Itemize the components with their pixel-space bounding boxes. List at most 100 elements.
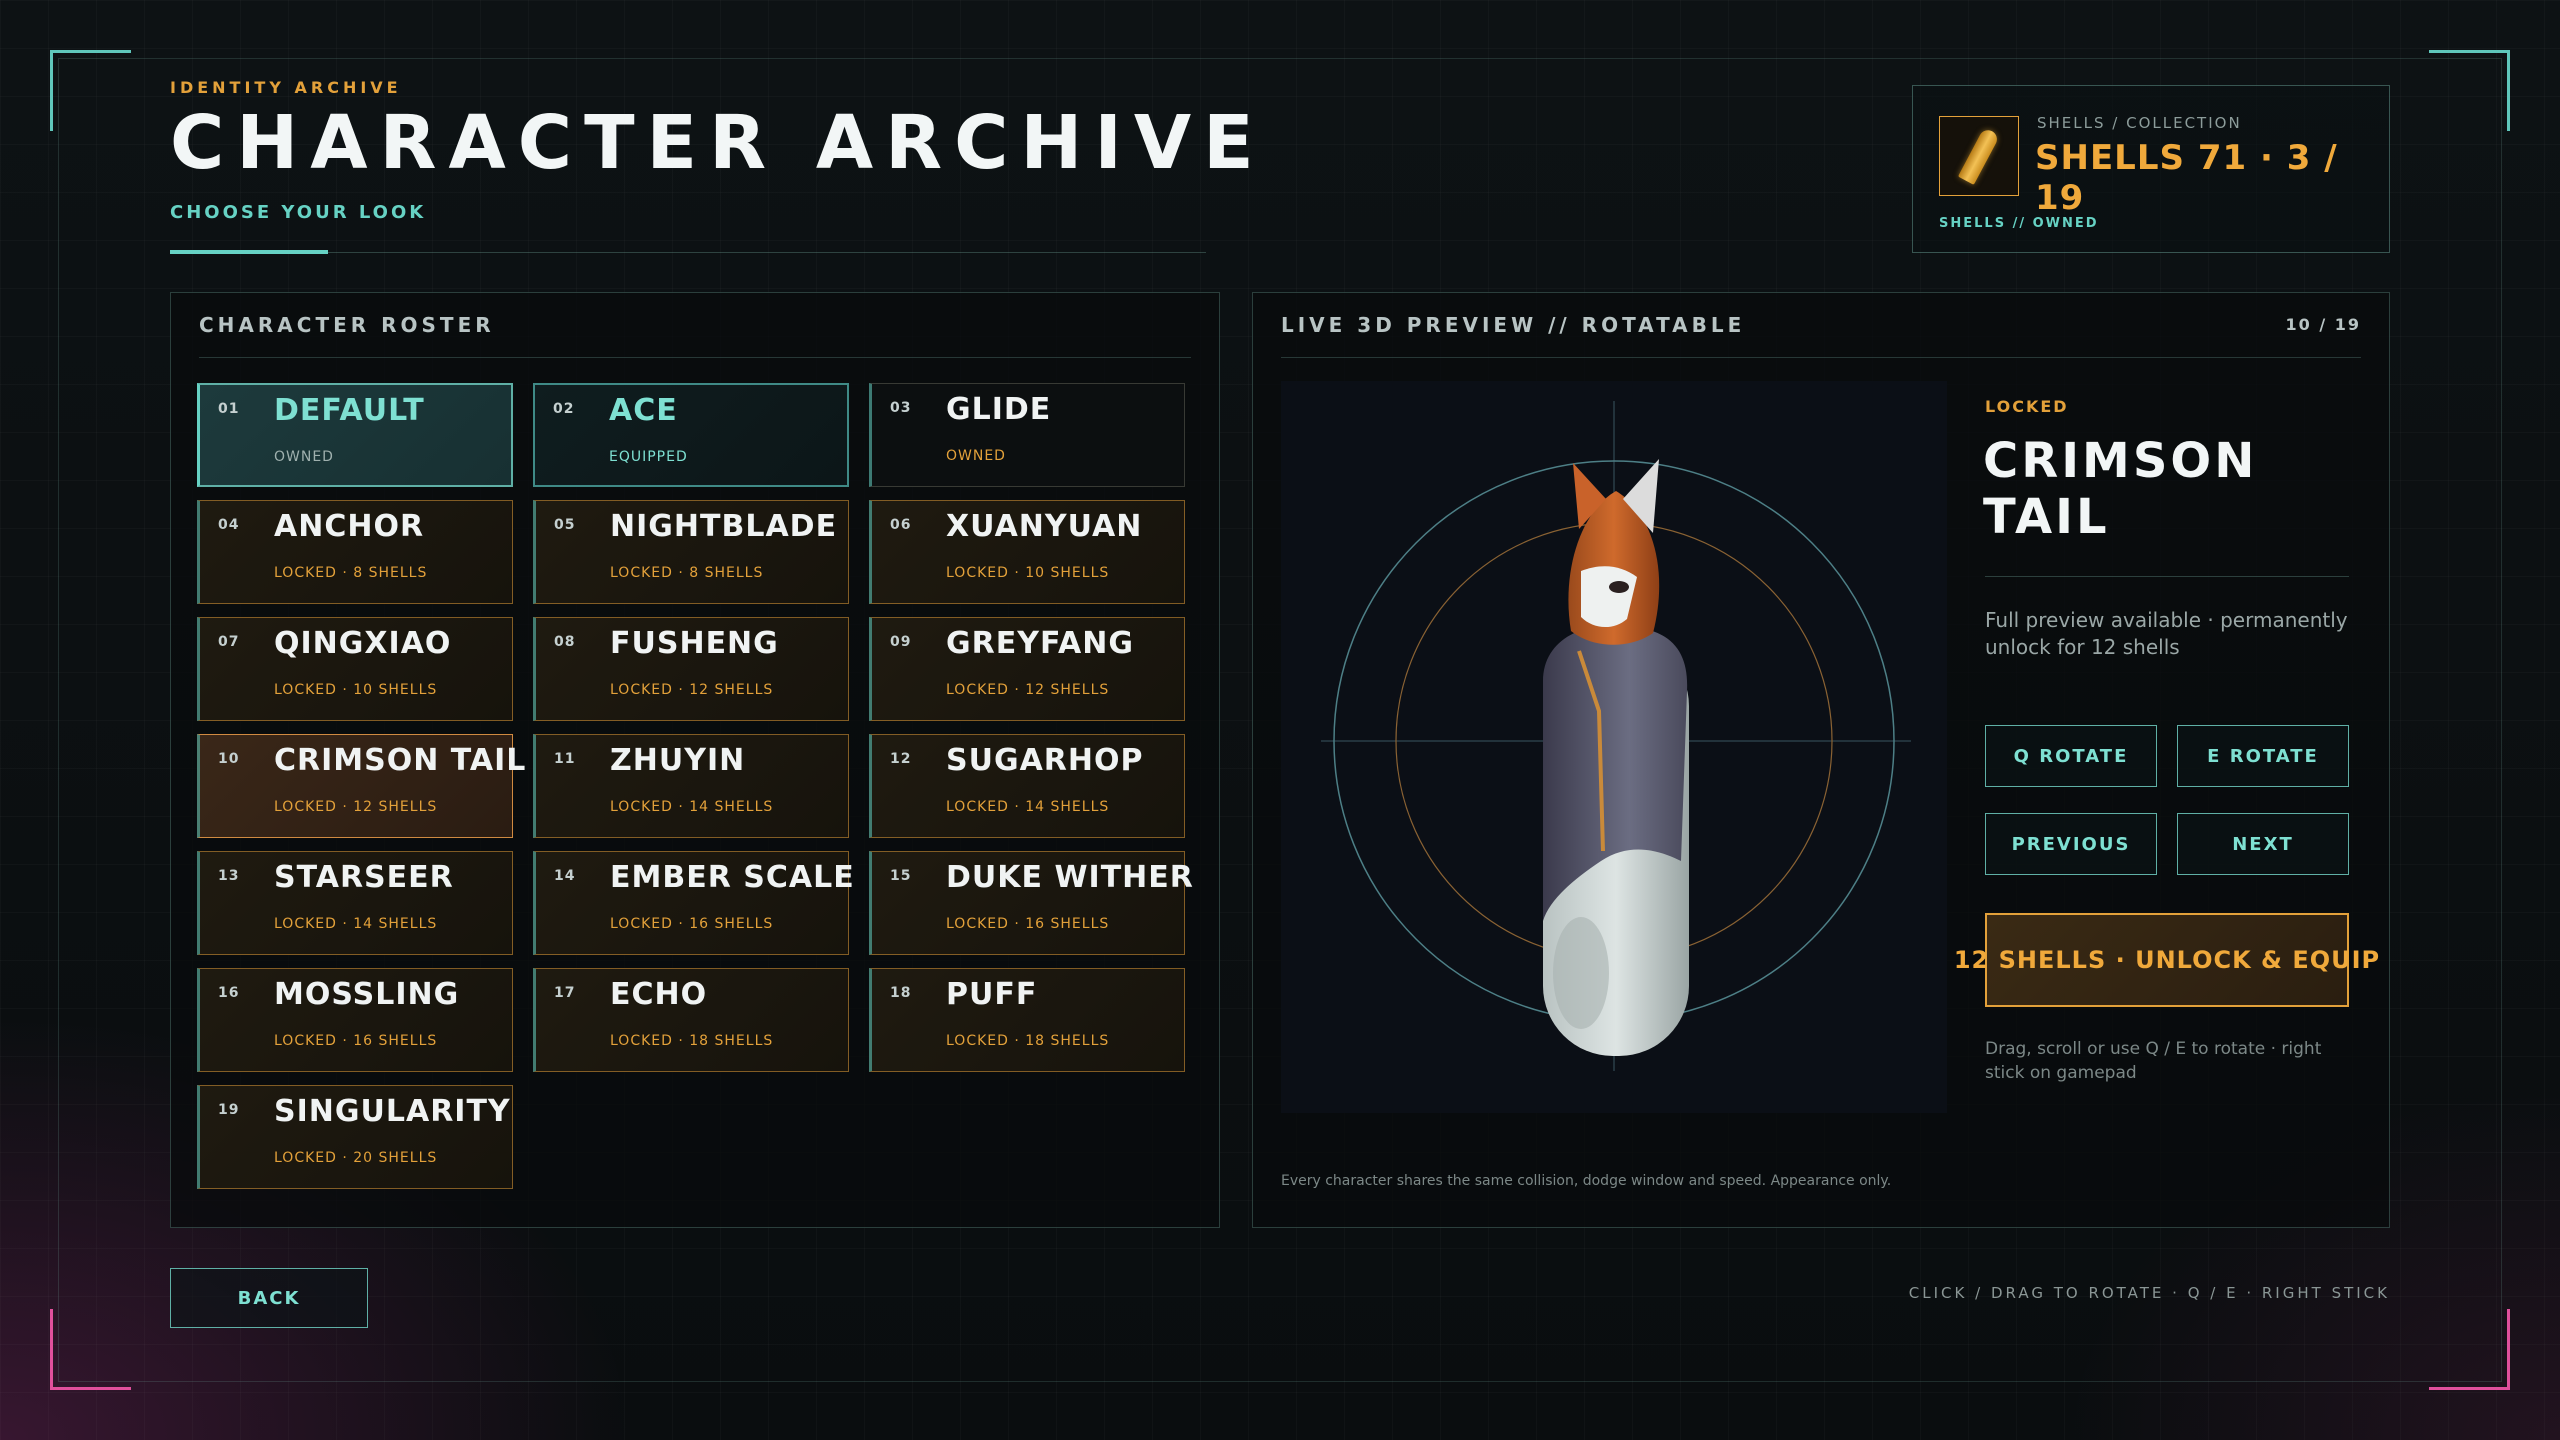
character-status: LOCKED · 10 SHELLS — [946, 565, 1110, 581]
previous-button[interactable]: PREVIOUS — [1985, 813, 2157, 875]
character-card[interactable]: 04 ANCHOR LOCKED · 8 SHELLS — [197, 500, 513, 604]
character-number: 08 — [554, 634, 576, 650]
character-name: DEFAULT — [274, 393, 425, 428]
shell-bullet-icon — [1939, 116, 2019, 196]
character-name: EMBER SCALE — [610, 860, 855, 895]
character-number: 07 — [218, 634, 240, 650]
character-status: LOCKED · 10 SHELLS — [274, 682, 438, 698]
character-card[interactable]: 03 GLIDE OWNED — [869, 383, 1185, 487]
rotation-hint: Drag, scroll or use Q / E to rotate · ri… — [1985, 1039, 2322, 1083]
character-card[interactable]: 16 MOSSLING LOCKED · 16 SHELLS — [197, 968, 513, 1072]
character-card[interactable]: 07 QINGXIAO LOCKED · 10 SHELLS — [197, 617, 513, 721]
character-card[interactable]: 14 EMBER SCALE LOCKED · 16 SHELLS — [533, 851, 854, 955]
character-name: ECHO — [610, 977, 708, 1012]
character-card[interactable]: 17 ECHO LOCKED · 18 SHELLS — [533, 968, 849, 1072]
character-card[interactable]: 05 NIGHTBLADE LOCKED · 8 SHELLS — [533, 500, 849, 604]
character-status: LOCKED · 16 SHELLS — [946, 916, 1110, 932]
selected-character-name: CRIMSON TAIL — [1983, 433, 2258, 545]
corner-bracket-bottom-left — [50, 1309, 131, 1390]
character-name: MOSSLING — [274, 977, 460, 1012]
corner-bracket-bottom-right — [2429, 1309, 2510, 1390]
shells-owned-label: SHELLS // OWNED — [1939, 216, 2099, 231]
character-number: 13 — [218, 868, 240, 884]
character-status: LOCKED · 14 SHELLS — [610, 799, 774, 815]
character-number: 02 — [553, 401, 575, 417]
character-card[interactable]: 11 ZHUYIN LOCKED · 14 SHELLS — [533, 734, 849, 838]
roster-title: CHARACTER ROSTER — [199, 313, 495, 337]
unlock-description: Full preview available · permanently unl… — [1985, 608, 2348, 659]
rotate-right-button[interactable]: E ROTATE — [2177, 725, 2349, 787]
character-card[interactable]: 01 DEFAULT OWNED — [197, 383, 513, 487]
lock-status-tag: LOCKED — [1985, 397, 2069, 416]
character-name: SUGARHOP — [946, 743, 1144, 778]
character-status: LOCKED · 20 SHELLS — [274, 1150, 438, 1166]
character-card[interactable]: 02 ACE EQUIPPED — [533, 383, 849, 487]
character-number: 12 — [890, 751, 912, 767]
character-card[interactable]: 18 PUFF LOCKED · 18 SHELLS — [869, 968, 1185, 1072]
character-number: 03 — [890, 400, 912, 416]
character-name: QINGXIAO — [274, 626, 452, 661]
controls-hint: CLICK / DRAG TO ROTATE · Q / E · RIGHT S… — [1908, 1284, 2390, 1302]
character-status: LOCKED · 8 SHELLS — [610, 565, 764, 581]
roster-divider — [199, 357, 1191, 358]
character-number: 14 — [554, 868, 576, 884]
character-name: SINGULARITY — [274, 1094, 511, 1129]
shells-value: SHELLS 71 · 3 / 19 — [2035, 138, 2338, 218]
character-name: PUFF — [946, 977, 1038, 1012]
character-name: GLIDE — [946, 392, 1052, 427]
character-card[interactable]: 15 DUKE WITHER LOCKED · 16 SHELLS — [869, 851, 1193, 955]
character-card[interactable]: 12 SUGARHOP LOCKED · 14 SHELLS — [869, 734, 1185, 838]
unlock-equip-button[interactable]: 12 SHELLS · UNLOCK & EQUIP — [1954, 913, 2379, 1007]
character-name: DUKE WITHER — [946, 860, 1194, 895]
next-button[interactable]: NEXT — [2177, 813, 2349, 875]
character-name: ZHUYIN — [610, 743, 746, 778]
character-card[interactable]: 08 FUSHENG LOCKED · 12 SHELLS — [533, 617, 849, 721]
character-status: OWNED — [274, 449, 334, 465]
shells-counter: SHELLS / COLLECTION SHELLS 71 · 3 / 19 S… — [1912, 85, 2390, 253]
character-name: CRIMSON TAIL — [274, 743, 527, 778]
character-roster-panel: CHARACTER ROSTER 01 DEFAULT OWNED 02 ACE EQUI… — [170, 292, 1220, 1228]
character-number: 18 — [890, 985, 912, 1001]
character-status: LOCKED · 16 SHELLS — [610, 916, 774, 932]
live-preview-panel: LIVE 3D PREVIEW // ROTATABLE 10 / 19 LOC… — [1252, 292, 2390, 1228]
character-status: LOCKED · 14 SHELLS — [274, 916, 438, 932]
character-card[interactable]: 13 STARSEER LOCKED · 14 SHELLS — [197, 851, 513, 955]
character-card[interactable]: 09 GREYFANG LOCKED · 12 SHELLS — [869, 617, 1185, 721]
preview-index: 10 / 19 — [2285, 315, 2361, 334]
detail-divider — [1985, 576, 2349, 577]
page-title: CHARACTER ARCHIVE — [170, 100, 1266, 186]
character-status: LOCKED · 12 SHELLS — [946, 682, 1110, 698]
preview-title: LIVE 3D PREVIEW // ROTATABLE — [1281, 313, 1746, 337]
character-status: EQUIPPED — [609, 449, 688, 465]
character-status: LOCKED · 12 SHELLS — [610, 682, 774, 698]
character-status: LOCKED · 18 SHELLS — [610, 1033, 774, 1049]
character-card[interactable]: 19 SINGULARITY LOCKED · 20 SHELLS — [197, 1085, 513, 1189]
character-card[interactable]: 06 XUANYUAN LOCKED · 10 SHELLS — [869, 500, 1185, 604]
character-status: LOCKED · 12 SHELLS — [274, 799, 438, 815]
character-number: 09 — [890, 634, 912, 650]
character-name: ANCHOR — [274, 509, 425, 544]
corner-bracket-top-right — [2429, 50, 2510, 131]
character-number: 11 — [554, 751, 576, 767]
character-card[interactable]: 10 CRIMSON TAIL LOCKED · 12 SHELLS — [197, 734, 525, 838]
shells-kicker: SHELLS / COLLECTION — [2037, 114, 2242, 132]
character-number: 19 — [218, 1102, 240, 1118]
character-status: LOCKED · 16 SHELLS — [274, 1033, 438, 1049]
header-kicker: IDENTITY ARCHIVE — [170, 78, 402, 97]
rotate-left-button[interactable]: Q ROTATE — [1985, 725, 2157, 787]
model-viewport[interactable] — [1281, 381, 1947, 1113]
character-number: 10 — [218, 751, 240, 767]
fox-character-model[interactable] — [1281, 381, 1947, 1113]
character-name: FUSHENG — [610, 626, 779, 661]
back-button[interactable]: BACK — [170, 1268, 368, 1328]
character-number: 01 — [218, 401, 240, 417]
header-divider-accent — [170, 250, 328, 254]
character-number: 04 — [218, 517, 240, 533]
character-name: XUANYUAN — [946, 509, 1143, 544]
character-number: 16 — [218, 985, 240, 1001]
character-status: LOCKED · 8 SHELLS — [274, 565, 428, 581]
character-number: 17 — [554, 985, 576, 1001]
character-name: GREYFANG — [946, 626, 1134, 661]
character-status: LOCKED · 14 SHELLS — [946, 799, 1110, 815]
character-status: OWNED — [946, 448, 1006, 464]
